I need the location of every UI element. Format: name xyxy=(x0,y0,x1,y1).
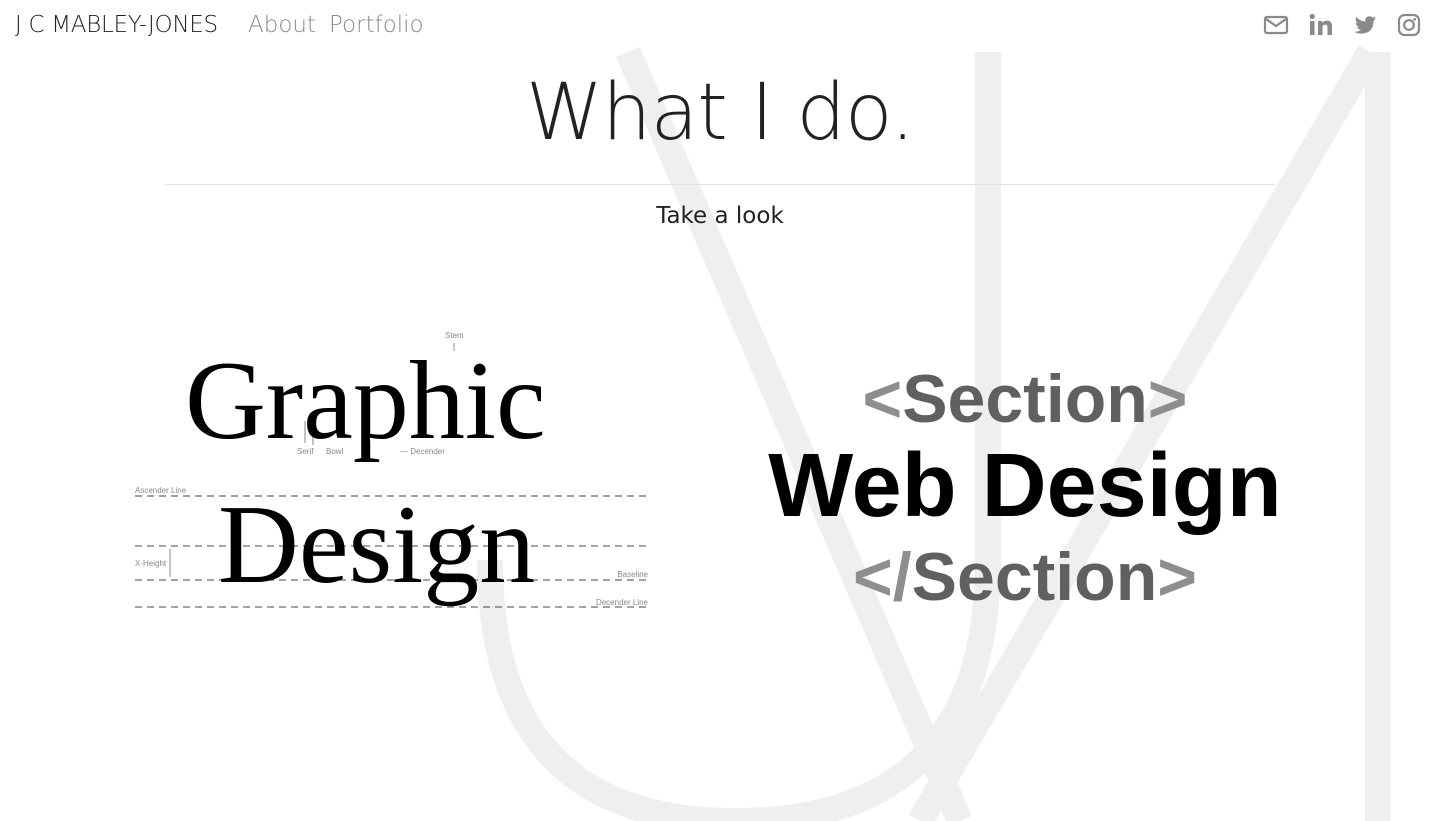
descender-line-label: Decender Line xyxy=(596,598,649,607)
web-design-heading: Web Design xyxy=(768,436,1282,536)
baseline-label: Baseline xyxy=(617,570,648,579)
twitter-icon[interactable] xyxy=(1352,12,1378,38)
top-navbar: J C MABLEY-JONES About Portfolio xyxy=(0,0,1440,52)
open-bracket-right: > xyxy=(1147,361,1188,437)
page-title: What I do. xyxy=(525,68,915,158)
graphic-design-card[interactable]: Graphic Design Stem Serif Bowl — Decende… xyxy=(130,325,655,615)
x-height-label: X-Height xyxy=(135,559,167,568)
close-section-tag: </Section> xyxy=(735,538,1315,616)
divider xyxy=(165,184,1275,185)
close-bracket-right: > xyxy=(1157,539,1197,615)
close-bracket-left: </ xyxy=(853,539,912,615)
graphic-word: Graphic xyxy=(185,339,546,463)
page-subtitle: Take a look xyxy=(656,203,784,229)
envelope-icon[interactable] xyxy=(1263,12,1289,38)
close-section-word: Section xyxy=(911,539,1158,615)
stem-label: Stem xyxy=(445,331,464,340)
brand-link[interactable]: J C MABLEY-JONES xyxy=(15,12,218,38)
serif-label: Serif xyxy=(297,447,314,456)
nav-link-about[interactable]: About xyxy=(248,12,316,38)
graphic-design-illustration: Graphic Design Stem Serif Bowl — Decende… xyxy=(135,331,650,608)
instagram-icon[interactable] xyxy=(1396,12,1422,38)
design-word: Design xyxy=(218,483,535,607)
open-section-tag: <Section> xyxy=(735,360,1315,438)
open-bracket-left: < xyxy=(862,361,903,437)
nav-link-portfolio[interactable]: Portfolio xyxy=(329,12,424,38)
descender-label: — Decender xyxy=(400,447,445,456)
web-design-card[interactable]: <Section> Web Design </Section> xyxy=(735,340,1315,620)
linkedin-icon[interactable] xyxy=(1308,12,1334,38)
bowl-label: Bowl xyxy=(326,447,344,456)
open-section-word: Section xyxy=(902,361,1148,437)
ascender-line-label: Ascender Line xyxy=(135,486,187,495)
